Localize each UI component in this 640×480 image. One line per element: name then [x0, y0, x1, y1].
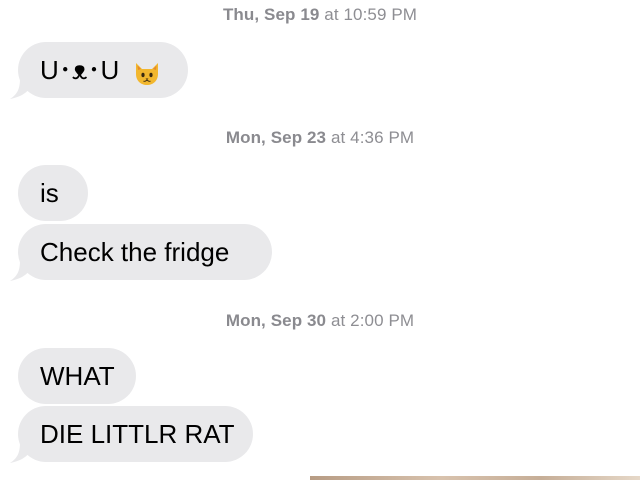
message-text: Check the fridge — [40, 237, 230, 267]
incoming-message-bubble[interactable]: WHAT — [18, 348, 136, 404]
timestamp-day: Thu, Sep 19 — [222, 5, 320, 24]
incoming-message-bubble[interactable]: is — [18, 165, 88, 221]
timestamp-divider: Mon, Sep 23 at 4:36 PM — [0, 128, 640, 148]
incoming-message-bubble[interactable]: U･ᴥ･U — [18, 42, 188, 98]
message-text: WHAT — [40, 361, 115, 391]
timestamp-time: at 10:59 PM — [324, 5, 418, 24]
message-text: is — [40, 178, 59, 208]
timestamp-divider: Mon, Sep 30 at 2:00 PM — [0, 311, 640, 331]
timestamp-day: Mon, Sep 30 — [225, 311, 327, 330]
incoming-message-bubble[interactable]: DIE LITTLR RAT — [18, 406, 253, 462]
message-text: DIE LITTLR RAT — [40, 419, 235, 449]
timestamp-time: at 2:00 PM — [330, 311, 415, 330]
timestamp-time: at 4:36 PM — [330, 128, 415, 147]
cat-face-emoji-icon — [135, 63, 158, 86]
incoming-message-bubble[interactable]: Check the fridge — [18, 224, 272, 280]
message-thread: Thu, Sep 19 at 10:59 PM U･ᴥ･U Mon, Sep 2… — [0, 0, 640, 480]
timestamp-divider: Thu, Sep 19 at 10:59 PM — [0, 5, 640, 25]
timestamp-day: Mon, Sep 23 — [225, 128, 327, 147]
message-text: U･ᴥ･U — [40, 55, 120, 85]
partial-image-attachment[interactable] — [310, 476, 640, 480]
